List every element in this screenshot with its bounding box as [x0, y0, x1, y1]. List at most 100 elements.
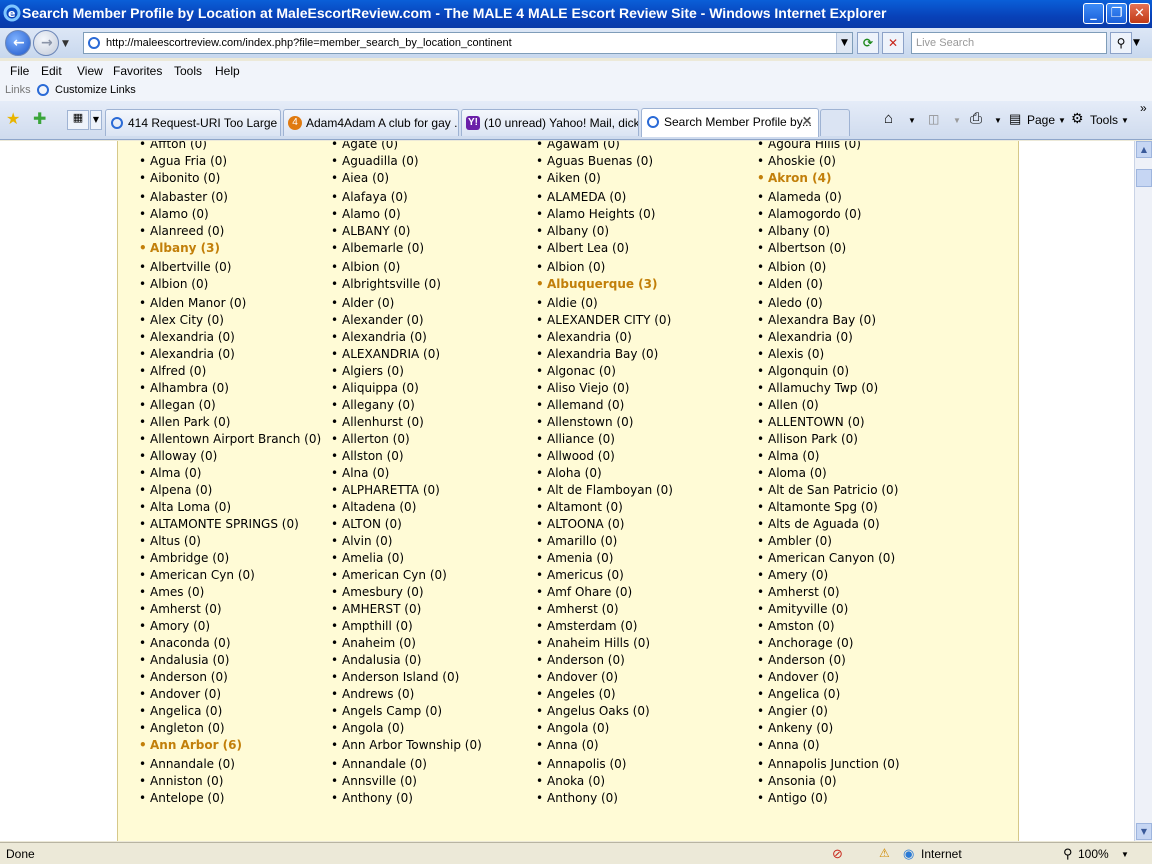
location-link[interactable]: Albany (3) — [139, 241, 220, 255]
location-item: Anderson (0) — [536, 653, 625, 667]
minimize-button[interactable]: _ — [1083, 3, 1104, 24]
location-row: Alden Manor (0) Alder (0) Aldie (0) Aledo (… — [138, 295, 1018, 312]
location-item: Aguas Buenas (0) — [536, 154, 653, 168]
add-favorites-icon[interactable]: ✚ — [33, 109, 46, 128]
feeds-dropdown[interactable]: ▼ — [953, 116, 961, 125]
home-icon[interactable]: ⌂ — [884, 110, 893, 127]
location-item: Amherst (0) — [536, 602, 619, 616]
quick-tabs-icon[interactable]: ▦ — [67, 110, 89, 130]
tab-yahoo-mail[interactable]: Y! (10 unread) Yahoo! Mail, dick... — [461, 109, 639, 136]
location-row: Anderson (0) Anderson Island (0) Andover (… — [138, 669, 1018, 686]
location-row: Alamo (0) Alamo (0) Alamo Heights (0) Alamo… — [138, 206, 1018, 223]
menu-help[interactable]: Help — [215, 64, 240, 78]
tab-search-member-profile[interactable]: Search Member Profile by... ✕ — [641, 108, 819, 137]
customize-links[interactable]: Customize Links — [55, 84, 136, 96]
location-link[interactable]: Akron (4) — [757, 171, 832, 185]
search-options-dropdown[interactable]: ▼ — [1133, 38, 1140, 48]
print-icon[interactable]: ⎙ — [970, 110, 982, 127]
location-item: Annandale (0) — [139, 757, 235, 771]
tab-list-dropdown[interactable]: ▼ — [90, 110, 102, 130]
location-item: Antelope (0) — [139, 791, 224, 805]
popup-blocker-icon[interactable]: ⊘ — [832, 846, 843, 862]
location-item: Allemand (0) — [536, 398, 624, 412]
location-item: Aiea (0) — [331, 171, 389, 185]
print-dropdown[interactable]: ▼ — [994, 116, 1002, 125]
favorites-star-icon[interactable]: ★ — [6, 109, 20, 128]
search-button[interactable]: ⚲ — [1110, 32, 1132, 54]
location-row: Aibonito (0) Aiea (0) Aiken (0) Akron (4) — [138, 170, 1018, 189]
location-item: Albemarle (0) — [331, 241, 424, 255]
search-input[interactable]: Live Search — [911, 32, 1107, 54]
zoom-dropdown[interactable]: ▼ — [1121, 850, 1129, 859]
menu-favorites[interactable]: Favorites — [113, 64, 162, 78]
location-link[interactable]: Albuquerque (3) — [536, 277, 657, 291]
tab-label: (10 unread) Yahoo! Mail, dick... — [484, 116, 639, 130]
home-dropdown[interactable]: ▼ — [908, 116, 916, 125]
location-row: Alexandria (0) ALEXANDRIA (0) Alexandria B… — [138, 346, 1018, 363]
location-item: Aloha (0) — [536, 466, 602, 480]
address-input[interactable]: http://maleescortreview.com/index.php?fi… — [83, 32, 853, 54]
tab-label: 414 Request-URI Too Large — [128, 116, 278, 130]
location-item: Antigo (0) — [757, 791, 828, 805]
menu-view[interactable]: View — [77, 64, 103, 78]
forward-arrow-icon: → — [41, 35, 53, 51]
feeds-icon[interactable]: ◫ — [928, 112, 939, 126]
location-row: Ames (0) Amesbury (0) Amf Ohare (0) Amherst… — [138, 584, 1018, 601]
refresh-button[interactable]: ⟳ — [857, 32, 879, 54]
menu-edit[interactable]: Edit — [41, 64, 62, 78]
location-item: Amherst (0) — [757, 585, 840, 599]
location-item: Aloma (0) — [757, 466, 827, 480]
location-row: Ambridge (0) Amelia (0) Amenia (0) American… — [138, 550, 1018, 567]
location-item: ALEXANDRIA (0) — [331, 347, 440, 361]
svg-text:e: e — [8, 7, 15, 20]
stop-button[interactable]: ✕ — [882, 32, 904, 54]
zoom-level[interactable]: 100% — [1078, 847, 1109, 861]
tab-adam4adam[interactable]: 4 Adam4Adam A club for gay ... — [283, 109, 459, 136]
scroll-up-button[interactable]: ▲ — [1136, 141, 1152, 158]
location-item: Americus (0) — [536, 568, 624, 582]
toolbar-overflow-icon[interactable]: » — [1140, 101, 1147, 115]
tools-menu[interactable]: Tools — [1090, 113, 1118, 127]
recent-pages-dropdown[interactable]: ▼ — [62, 39, 69, 49]
location-item: Alabaster (0) — [139, 190, 228, 204]
status-text: Done — [6, 847, 35, 861]
location-row: Allentown Airport Branch (0) Allerton (0)… — [138, 431, 1018, 448]
location-item: Alfred (0) — [139, 364, 206, 378]
page-icon: ▤ — [1009, 111, 1022, 126]
page-icon — [88, 37, 100, 49]
vertical-scrollbar[interactable]: ▲ ▼ — [1134, 141, 1152, 841]
address-dropdown[interactable]: ▼ — [836, 33, 852, 53]
location-item: Anthony (0) — [331, 791, 413, 805]
tab-close-icon[interactable]: ✕ — [802, 114, 812, 128]
back-button[interactable]: ← — [5, 30, 31, 56]
location-item: Alex City (0) — [139, 313, 224, 327]
page-dropdown[interactable]: ▼ — [1058, 116, 1066, 125]
menu-file[interactable]: File — [10, 64, 29, 78]
location-item: Allamuchy Twp (0) — [757, 381, 878, 395]
tools-dropdown[interactable]: ▼ — [1121, 116, 1129, 125]
location-grid: Affton (0) Agate (0) Agawam (0) Agoura Hill… — [138, 141, 1018, 807]
location-row: American Cyn (0) American Cyn (0) Americus… — [138, 567, 1018, 584]
page-menu[interactable]: Page — [1027, 113, 1055, 127]
location-item: Annandale (0) — [331, 757, 427, 771]
location-row: Albertville (0) Albion (0) Albion (0) Albio… — [138, 259, 1018, 276]
location-item: Allen (0) — [757, 398, 819, 412]
location-item: Annsville (0) — [331, 774, 417, 788]
security-warning-icon[interactable]: ⚠ — [879, 846, 890, 860]
location-item: Alt de San Patricio (0) — [757, 483, 898, 497]
location-item: Anna (0) — [536, 738, 599, 752]
maximize-button[interactable]: ❐ — [1106, 3, 1127, 24]
zoom-icon: ⚲ — [1063, 846, 1073, 861]
scroll-thumb[interactable] — [1136, 169, 1152, 187]
location-link[interactable]: Ann Arbor (6) — [139, 738, 242, 752]
location-item: Altamonte Spg (0) — [757, 500, 878, 514]
location-item: Angleton (0) — [139, 721, 225, 735]
new-tab-button[interactable] — [820, 109, 850, 136]
tab-414-error[interactable]: 414 Request-URI Too Large — [105, 109, 281, 136]
tab-label: Search Member Profile by... — [664, 115, 812, 129]
forward-button[interactable]: → — [33, 30, 59, 56]
location-row: Albany (3) Albemarle (0) Albert Lea (0) Alb… — [138, 240, 1018, 259]
close-button[interactable]: ✕ — [1129, 3, 1150, 24]
scroll-down-button[interactable]: ▼ — [1136, 823, 1152, 840]
menu-tools[interactable]: Tools — [174, 64, 202, 78]
